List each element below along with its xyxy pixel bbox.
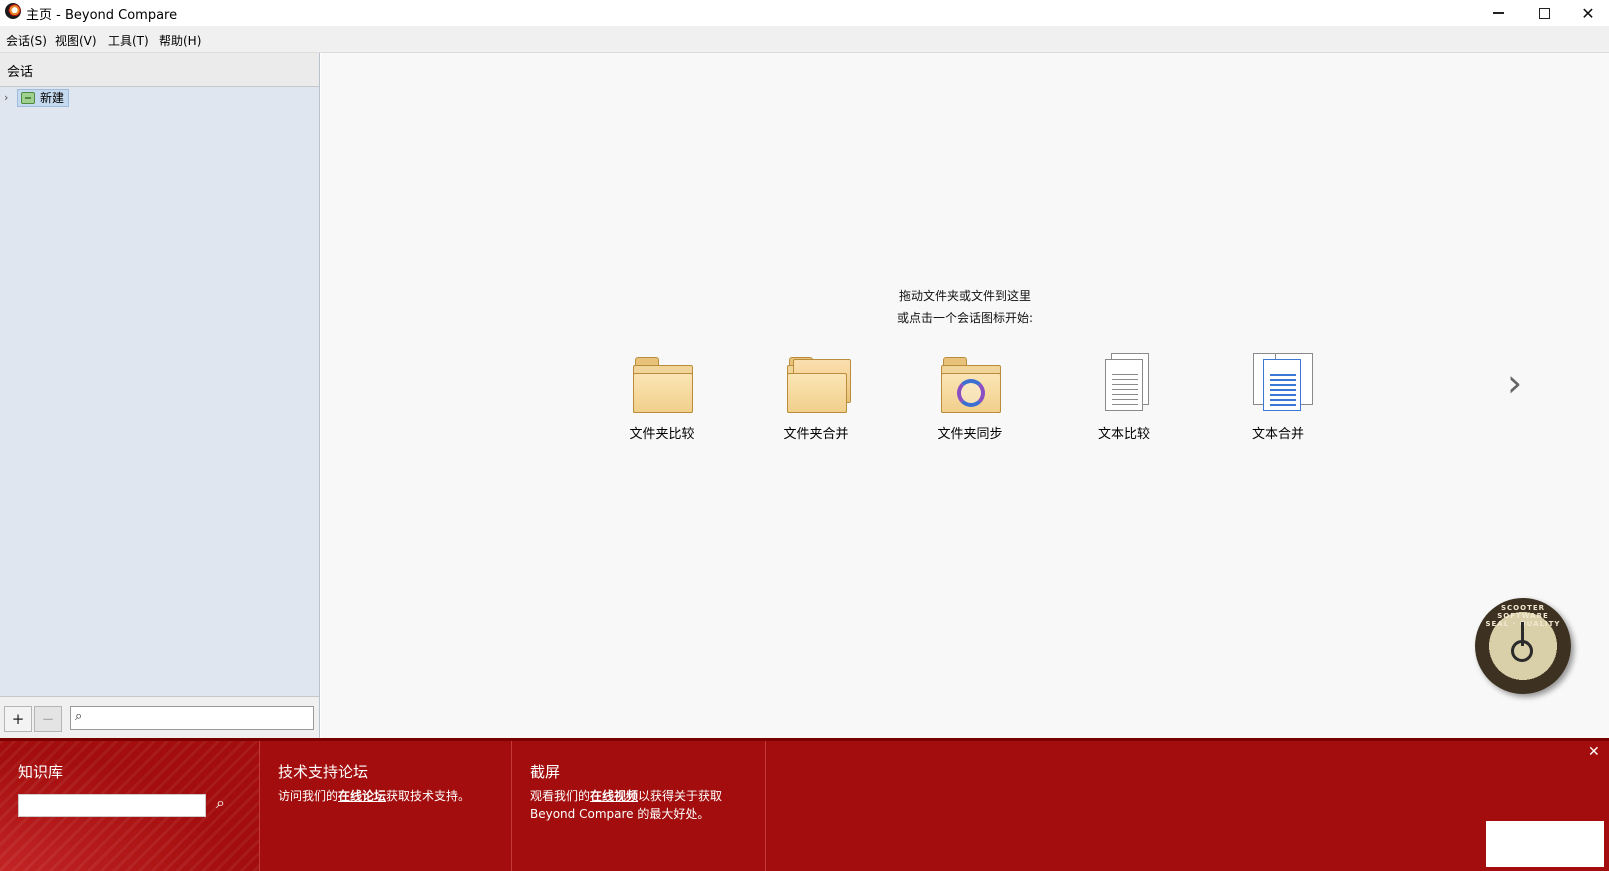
forum-text-post: 获取技术支持。 [386,789,471,803]
screencast-title: 截屏 [530,763,561,781]
session-tile-folder-compare[interactable]: 文件夹比较 [607,353,717,443]
menu-view[interactable]: 视图(V) [55,32,97,49]
window-title: 主页 - Beyond Compare [26,8,178,23]
folder-sync-icon [941,357,1001,415]
menu-session[interactable]: 会话(S) [6,32,47,49]
maximize-icon [1538,7,1550,19]
expand-chevron-icon[interactable]: › [4,91,8,104]
folder-merge-icon [787,357,851,415]
next-sessions-arrow-icon[interactable]: › [1507,361,1522,405]
home-main-area: 拖动文件夹或文件到这里 或点击一个会话图标开始: 文件夹比较 文件夹合并 文件夹… [321,53,1609,738]
text-compare-icon [1105,353,1149,413]
knowledge-base-search-input[interactable] [18,794,206,817]
prompt-line-2: 或点击一个会话图标开始: [896,311,1034,325]
tile-label: 文本合并 [1251,427,1304,442]
add-session-button[interactable]: + [4,706,32,732]
tree-node-label: 新建 [40,91,65,105]
close-button[interactable]: ✕ [1567,0,1609,26]
knowledge-base-section: 知识库 ⌕ [0,741,260,871]
forum-text-pre: 访问我们的 [278,789,339,803]
online-video-link[interactable]: 在线视频 [590,789,638,803]
session-sidebar: 会话 › 新建 + − ⌕ [0,53,320,738]
screencast-text: 观看我们的在线视频以获得关于获取 Beyond Compare 的最大好处。 [530,787,760,823]
online-forum-link[interactable]: 在线论坛 [338,789,386,803]
remove-session-button[interactable]: − [34,706,62,732]
sidebar-title: 会话 [7,65,34,80]
drop-prompt: 拖动文件夹或文件到这里 或点击一个会话图标开始: [321,285,1609,329]
scooter-software-quality-seal: SCOOTER SOFTWARE SEAL · QUALITY [1475,598,1571,694]
tile-label: 文本比较 [1097,427,1150,442]
scooter-icon [1501,618,1545,668]
shot-text-post: 以获得关于获取 [638,789,723,803]
session-tile-folder-sync[interactable]: 文件夹同步 [915,353,1025,443]
session-search-input[interactable]: ⌕ [70,706,314,730]
tile-label: 文件夹合并 [783,427,849,442]
text-merge-icon [1253,353,1313,413]
folder-compare-icon [633,357,693,415]
close-info-panel-button[interactable]: ✕ [1588,744,1600,760]
sidebar-header: 会话 [0,53,319,87]
shot-text-line2: Beyond Compare 的最大好处。 [530,807,710,821]
menu-tools[interactable]: 工具(T) [108,32,149,49]
support-forum-title: 技术支持论坛 [278,763,369,781]
title-bar: 主页 - Beyond Compare ✕ [0,0,1609,26]
info-panel: 知识库 ⌕ 技术支持论坛 访问我们的在线论坛获取技术支持。 截屏 观看我们的在线… [0,738,1609,871]
session-tile-folder-merge[interactable]: 文件夹合并 [761,353,871,443]
session-tile-text-compare[interactable]: 文本比较 [1069,353,1179,443]
shot-text-pre: 观看我们的 [530,789,591,803]
blank-area [1486,821,1604,867]
session-folder-icon [21,92,35,104]
screencast-section: 截屏 观看我们的在线视频以获得关于获取 Beyond Compare 的最大好处。 [512,741,766,871]
tree-row-new[interactable]: › 新建 [0,88,319,108]
prompt-line-1: 拖动文件夹或文件到这里 [898,289,1031,303]
search-icon: ⌕ [75,709,83,724]
search-icon[interactable]: ⌕ [216,793,225,813]
beyond-compare-logo-icon [5,3,21,19]
tile-label: 文件夹比较 [629,427,695,442]
knowledge-base-title: 知识库 [18,763,64,781]
minimize-icon [1492,12,1504,14]
support-forum-section: 技术支持论坛 访问我们的在线论坛获取技术支持。 [260,741,512,871]
session-tile-text-merge[interactable]: 文本合并 [1223,353,1333,443]
menu-help[interactable]: 帮助(H) [159,32,201,49]
menu-bar: 会话(S) 视图(V) 工具(T) 帮助(H) [0,26,1609,53]
tile-label: 文件夹同步 [937,427,1003,442]
maximize-button[interactable] [1521,0,1567,26]
sidebar-footer: + − ⌕ [0,696,319,738]
support-forum-text: 访问我们的在线论坛获取技术支持。 [278,787,508,805]
minimize-button[interactable] [1475,0,1521,26]
tree-node-new[interactable]: 新建 [17,89,70,107]
